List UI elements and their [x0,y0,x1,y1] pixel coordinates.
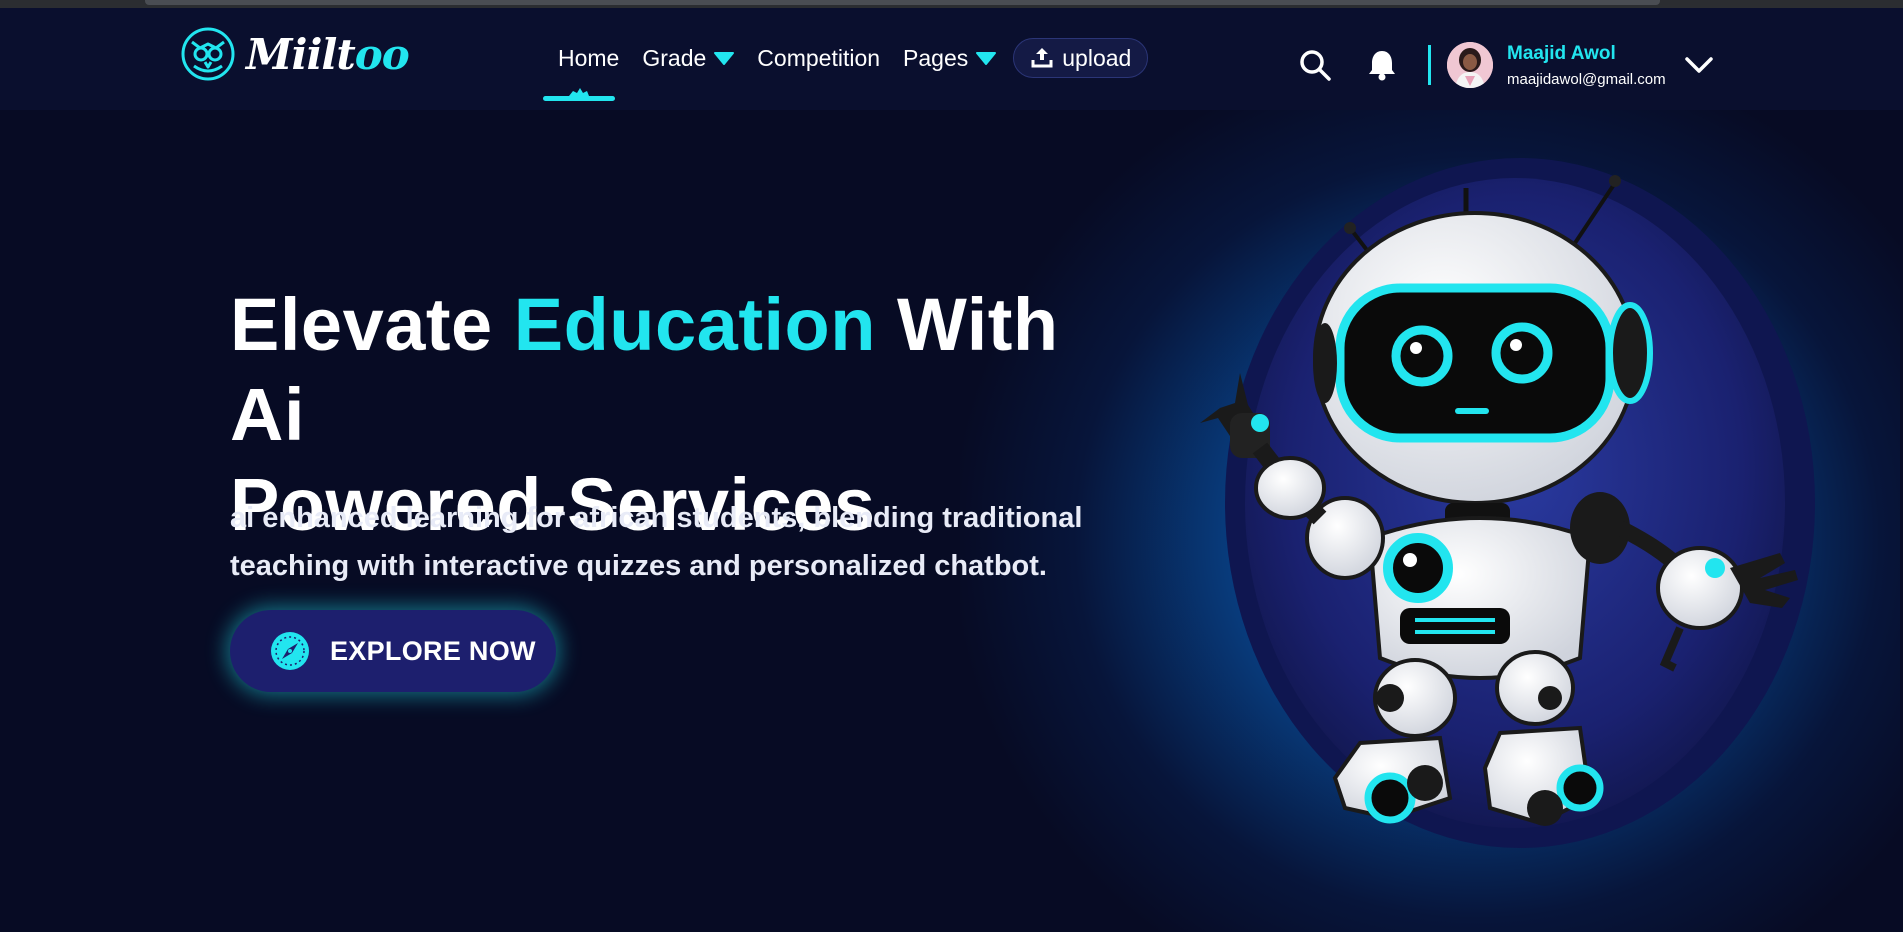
explore-now-label: EXPLORE NOW [330,635,536,666]
hero-subtitle: ai enhanced learning for african student… [230,494,1150,590]
upload-icon [1031,48,1053,68]
notifications-button[interactable] [1365,48,1399,82]
nav-item-label: Home [558,44,620,71]
upload-button[interactable]: upload [1013,38,1149,78]
brand-logo[interactable]: Miiltoo [180,26,410,82]
hero-subtitle-line1: ai enhanced learning for african student… [230,502,1083,534]
nav-item-pages[interactable]: Pages [903,44,997,72]
compass-icon [271,632,309,670]
header-actions: Maajid Awol maajidawol@gmail.com [1298,42,1714,88]
page: Miiltoo Home Grade Competition Pages upl… [0,8,1903,932]
search-icon [1300,50,1331,81]
browser-top-strip [0,0,1903,8]
user-photo-icon [1447,42,1493,88]
nav-item-label: Grade [642,44,707,71]
upload-label: upload [1062,44,1132,71]
scrollbar-thumb[interactable] [145,0,1660,5]
bell-icon [1369,51,1395,81]
avatar[interactable] [1447,42,1493,88]
brand-wordmark: Miiltoo [246,29,410,79]
caret-down-icon [976,52,997,65]
header-divider [1428,45,1431,85]
active-indicator-icon [543,87,615,101]
search-button[interactable] [1298,48,1332,82]
nav-item-grade[interactable]: Grade [642,44,735,72]
site-header: Miiltoo Home Grade Competition Pages upl… [0,8,1903,110]
nav-item-label: Competition [757,44,881,71]
chevron-down-icon[interactable] [1684,55,1714,75]
brand-name-accent: oo [354,29,410,79]
nav-item-competition[interactable]: Competition [757,45,880,72]
hero-subtitle-line2: teaching with interactive quizzes and pe… [230,550,1047,582]
user-info: Maajid Awol maajidawol@gmail.com [1507,43,1666,88]
user-menu[interactable]: Maajid Awol maajidawol@gmail.com [1447,42,1714,88]
user-email: maajidawol@gmail.com [1507,70,1666,88]
hero-title-part1: Elevate [230,283,514,366]
nav-item-label: Pages [903,44,969,71]
explore-now-button[interactable]: EXPLORE NOW [230,610,556,692]
robot-illustration [1200,158,1815,848]
nav-item-home[interactable]: Home [543,44,620,101]
caret-down-icon [714,52,735,65]
owl-logo-icon [181,27,235,81]
brand-name-main: Miilt [246,29,356,79]
user-name: Maajid Awol [1507,42,1616,64]
hero-title-accent: Education [513,283,876,366]
main-nav: Home Grade Competition Pages upload [543,38,1149,101]
